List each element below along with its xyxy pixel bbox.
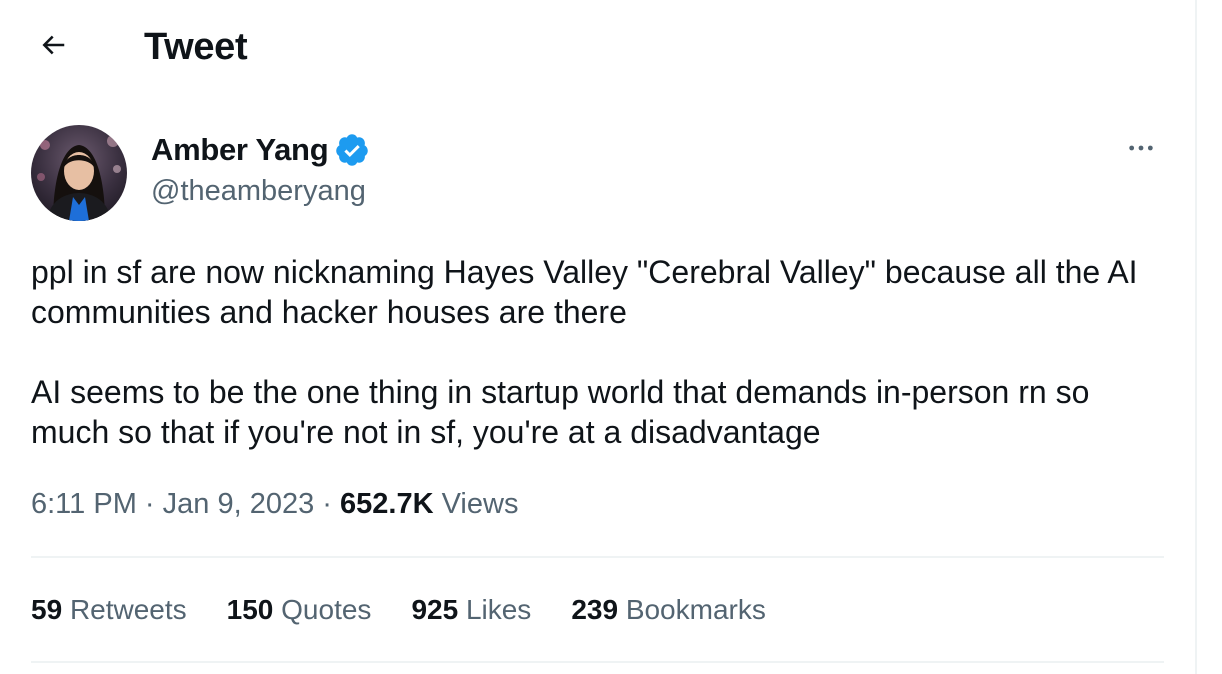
arrow-left-icon: [38, 30, 68, 65]
stat-label: Likes: [465, 594, 532, 625]
avatar[interactable]: [31, 125, 127, 221]
quotes-stat[interactable]: 150 Quotes: [227, 591, 372, 629]
author-handle[interactable]: @theamberyang: [151, 172, 366, 210]
engagement-stats: 59 Retweets 150 Quotes 925 Likes 239 Boo…: [31, 591, 806, 629]
tweet-date[interactable]: Jan 9, 2023: [163, 488, 315, 520]
stat-count: 925: [411, 594, 459, 625]
likes-stat[interactable]: 925 Likes: [411, 591, 531, 629]
views-label: Views: [441, 488, 519, 520]
author-display-name[interactable]: Amber Yang: [151, 130, 329, 170]
page-title: Tweet: [144, 26, 248, 68]
stat-count: 150: [226, 594, 274, 625]
tweet-text: ppl in sf are now nicknaming Hayes Valle…: [31, 252, 1171, 452]
column-border: [1195, 0, 1197, 674]
stat-label: Bookmarks: [625, 594, 766, 625]
divider: [31, 661, 1164, 663]
tweet-paragraph: AI seems to be the one thing in startup …: [31, 374, 1099, 450]
tweet-paragraph: ppl in sf are now nicknaming Hayes Valle…: [31, 254, 1147, 330]
meta-separator: ·: [322, 488, 332, 520]
page-header: Tweet: [0, 0, 1195, 96]
author-name-row[interactable]: Amber Yang: [151, 130, 370, 170]
more-options-button[interactable]: [1116, 130, 1166, 170]
tweet-time[interactable]: 6:11 PM: [31, 488, 137, 520]
back-button[interactable]: [28, 22, 78, 72]
bookmarks-stat[interactable]: 239 Bookmarks: [571, 591, 766, 629]
stat-label: Retweets: [69, 594, 187, 625]
views-count: 652.7K: [340, 488, 434, 520]
divider: [31, 556, 1164, 558]
retweets-stat[interactable]: 59 Retweets: [31, 591, 187, 629]
verified-badge-icon: [334, 132, 370, 168]
stat-count: 239: [571, 594, 619, 625]
stat-label: Quotes: [281, 594, 372, 625]
stat-count: 59: [31, 594, 63, 625]
tweet-metadata: 6:11 PM · Jan 9, 2023 · 652.7K Views: [31, 485, 518, 523]
meta-separator: ·: [144, 488, 155, 520]
more-horizontal-icon: [1125, 132, 1157, 169]
